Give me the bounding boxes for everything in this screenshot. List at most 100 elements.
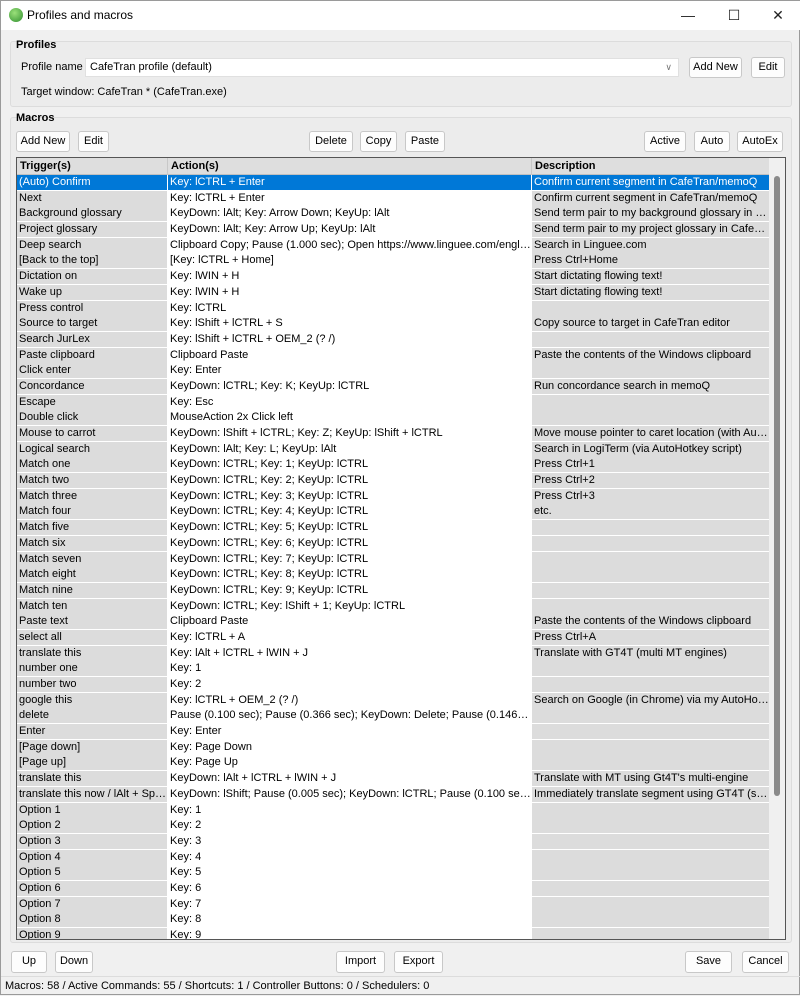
table-row[interactable]: Click enter Key: Enter [17,363,770,379]
profile-add-new-button[interactable]: Add New [689,57,742,78]
target-window-text: Target window: CafeTran * (CafeTran.exe) [21,86,227,98]
table-row[interactable]: Option 7 Key: 7 [17,896,770,913]
table-row[interactable]: Option 1 Key: 1 [17,802,770,819]
action-cell: KeyDown: lCTRL; Key: 1; KeyUp: lCTRL [168,457,531,473]
table-row[interactable]: (Auto) Confirm Key: lCTRL + Enter Confirm … [17,175,770,191]
macro-delete-button[interactable]: Delete [309,131,353,152]
table-row[interactable]: [Page down] Key: Page Down [17,739,770,756]
table-row[interactable]: Search JurLex Key: lShift + lCTRL + OEM_2… [17,331,770,348]
trigger-cell: Paste text [17,614,167,630]
trigger-cell: Option 4 [17,849,167,865]
action-cell: KeyDown: lCTRL; Key: 8; KeyUp: lCTRL [168,567,531,583]
table-row[interactable]: Match ten KeyDown: lCTRL; Key: lShift + 1… [17,598,770,615]
table-row[interactable]: Option 6 Key: 6 [17,880,770,897]
description-cell: Send term pair to my background glossary… [532,206,769,222]
table-row[interactable]: select all Key: lCTRL + A Press Ctrl+A [17,629,770,646]
table-row[interactable]: Match three KeyDown: lCTRL; Key: 3; KeyUp… [17,488,770,505]
table-row[interactable]: Wake up Key: lWIN + H Start dictating flow… [17,284,770,301]
macro-copy-button[interactable]: Copy [360,131,397,152]
table-row[interactable]: number two Key: 2 [17,677,770,693]
trigger-cell: Wake up [17,284,167,300]
maximize-icon[interactable]: ☐ [719,5,749,25]
column-header-triggers[interactable]: Trigger(s) [17,158,168,175]
close-icon[interactable]: ✕ [763,5,793,25]
table-row[interactable]: translate this now / lAlt + Space KeyDown… [17,786,770,803]
active-button[interactable]: Active [644,131,686,152]
column-header-actions[interactable]: Action(s) [168,158,532,175]
action-cell: Key: lAlt + lCTRL + lWIN + J [168,645,531,661]
table-row[interactable]: Logical search KeyDown: lAlt; Key: L; Key… [17,441,770,458]
table-row[interactable]: Option 2 Key: 2 [17,818,770,834]
scrollbar-thumb[interactable] [774,176,780,796]
trigger-cell: (Auto) Confirm [17,175,167,190]
table-row[interactable]: Option 3 Key: 3 [17,833,770,850]
trigger-cell: Click enter [17,363,167,379]
action-cell: Key: 4 [168,849,531,865]
macro-paste-button[interactable]: Paste [405,131,445,152]
description-cell: Search in Linguee.com [532,237,769,253]
cancel-button[interactable]: Cancel [742,951,789,973]
action-cell: Key: lCTRL + Enter [168,175,531,190]
table-row[interactable]: [Page up] Key: Page Up [17,755,770,771]
table-row[interactable]: Dictation on Key: lWIN + H Start dictating… [17,269,770,285]
table-row[interactable]: Match six KeyDown: lCTRL; Key: 6; KeyUp: … [17,535,770,552]
table-row[interactable]: Option 9 Key: 9 [17,928,770,939]
trigger-cell: Option 8 [17,912,167,928]
action-cell: Key: 2 [168,677,531,692]
table-row[interactable]: Deep search Clipboard Copy; Pause (1.000 … [17,237,770,254]
table-row[interactable]: Escape Key: Esc [17,394,770,411]
table-row[interactable]: Match nine KeyDown: lCTRL; Key: 9; KeyUp:… [17,582,770,599]
table-row[interactable]: Match five KeyDown: lCTRL; Key: 5; KeyUp:… [17,520,770,536]
save-button[interactable]: Save [685,951,732,973]
table-row[interactable]: Match two KeyDown: lCTRL; Key: 2; KeyUp: … [17,473,770,489]
autoex-button[interactable]: AutoEx [737,131,783,152]
table-row[interactable]: Match eight KeyDown: lCTRL; Key: 8; KeyUp… [17,567,770,583]
table-row[interactable]: Press control Key: lCTRL [17,300,770,317]
trigger-cell: Search JurLex [17,331,167,347]
table-row[interactable]: Paste clipboard Clipboard Paste Paste the … [17,347,770,364]
trigger-cell: translate this [17,645,167,661]
table-row[interactable]: Match one KeyDown: lCTRL; Key: 1; KeyUp: … [17,457,770,473]
profile-edit-button[interactable]: Edit [751,57,785,78]
table-row[interactable]: Option 5 Key: 5 [17,865,770,881]
profile-name-dropdown[interactable]: CafeTran profile (default) ∨ [85,58,679,77]
table-row[interactable]: Project glossary KeyDown: lAlt; Key: Arro… [17,222,770,238]
table-row[interactable]: Paste text Clipboard Paste Paste the conte… [17,614,770,630]
table-row[interactable]: Next Key: lCTRL + Enter Confirm current se… [17,190,770,207]
table-row[interactable]: Match seven KeyDown: lCTRL; Key: 7; KeyUp… [17,551,770,568]
description-cell [532,300,769,316]
column-header-description[interactable]: Description [532,158,770,175]
table-row[interactable]: Enter Key: Enter [17,724,770,740]
description-cell [532,363,769,379]
table-row[interactable]: Source to target Key: lShift + lCTRL + SC… [17,316,770,332]
macro-add-new-button[interactable]: Add New [16,131,70,152]
trigger-cell: Match ten [17,598,167,614]
table-row[interactable]: number one Key: 1 [17,661,770,677]
table-row[interactable]: [Back to the top] [Key: lCTRL + Home] Pres… [17,253,770,269]
description-cell: Move mouse pointer to caret location (wi… [532,426,769,441]
status-text: Macros: 58 / Active Commands: 55 / Short… [5,980,430,992]
table-row[interactable]: Concordance KeyDown: lCTRL; Key: K; KeyUp… [17,378,770,395]
table-row[interactable]: Option 8 Key: 8 [17,912,770,928]
table-row[interactable]: Match four KeyDown: lCTRL; Key: 4; KeyUp:… [17,504,770,520]
table-row[interactable]: delete Pause (0.100 sec); Pause (0.366 se… [17,708,770,724]
action-cell: Key: 2 [168,818,531,834]
table-row[interactable]: translate this KeyDown: lAlt + lCTRL + lW… [17,771,770,787]
table-row[interactable]: translate this Key: lAlt + lCTRL + lWIN +… [17,645,770,662]
auto-button[interactable]: Auto [694,131,730,152]
down-button[interactable]: Down [55,951,93,973]
table-row[interactable]: Mouse to carrot KeyDown: lShift + lCTRL; … [17,426,770,442]
description-cell [532,331,769,347]
up-button[interactable]: Up [11,951,47,973]
vertical-scrollbar[interactable] [769,158,785,939]
table-row[interactable]: google this Key: lCTRL + OEM_2 (? /) Searc… [17,692,770,709]
table-row[interactable]: Option 4 Key: 4 [17,849,770,866]
macro-edit-button[interactable]: Edit [78,131,109,152]
action-cell: Key: lCTRL + Enter [168,190,531,206]
table-row[interactable]: Double click MouseAction 2x Click left [17,410,770,426]
minimize-icon[interactable]: — [673,5,703,25]
import-button[interactable]: Import [336,951,385,973]
table-row[interactable]: Background glossary KeyDown: lAlt; Key: A… [17,206,770,222]
trigger-cell: Match nine [17,582,167,598]
export-button[interactable]: Export [394,951,443,973]
